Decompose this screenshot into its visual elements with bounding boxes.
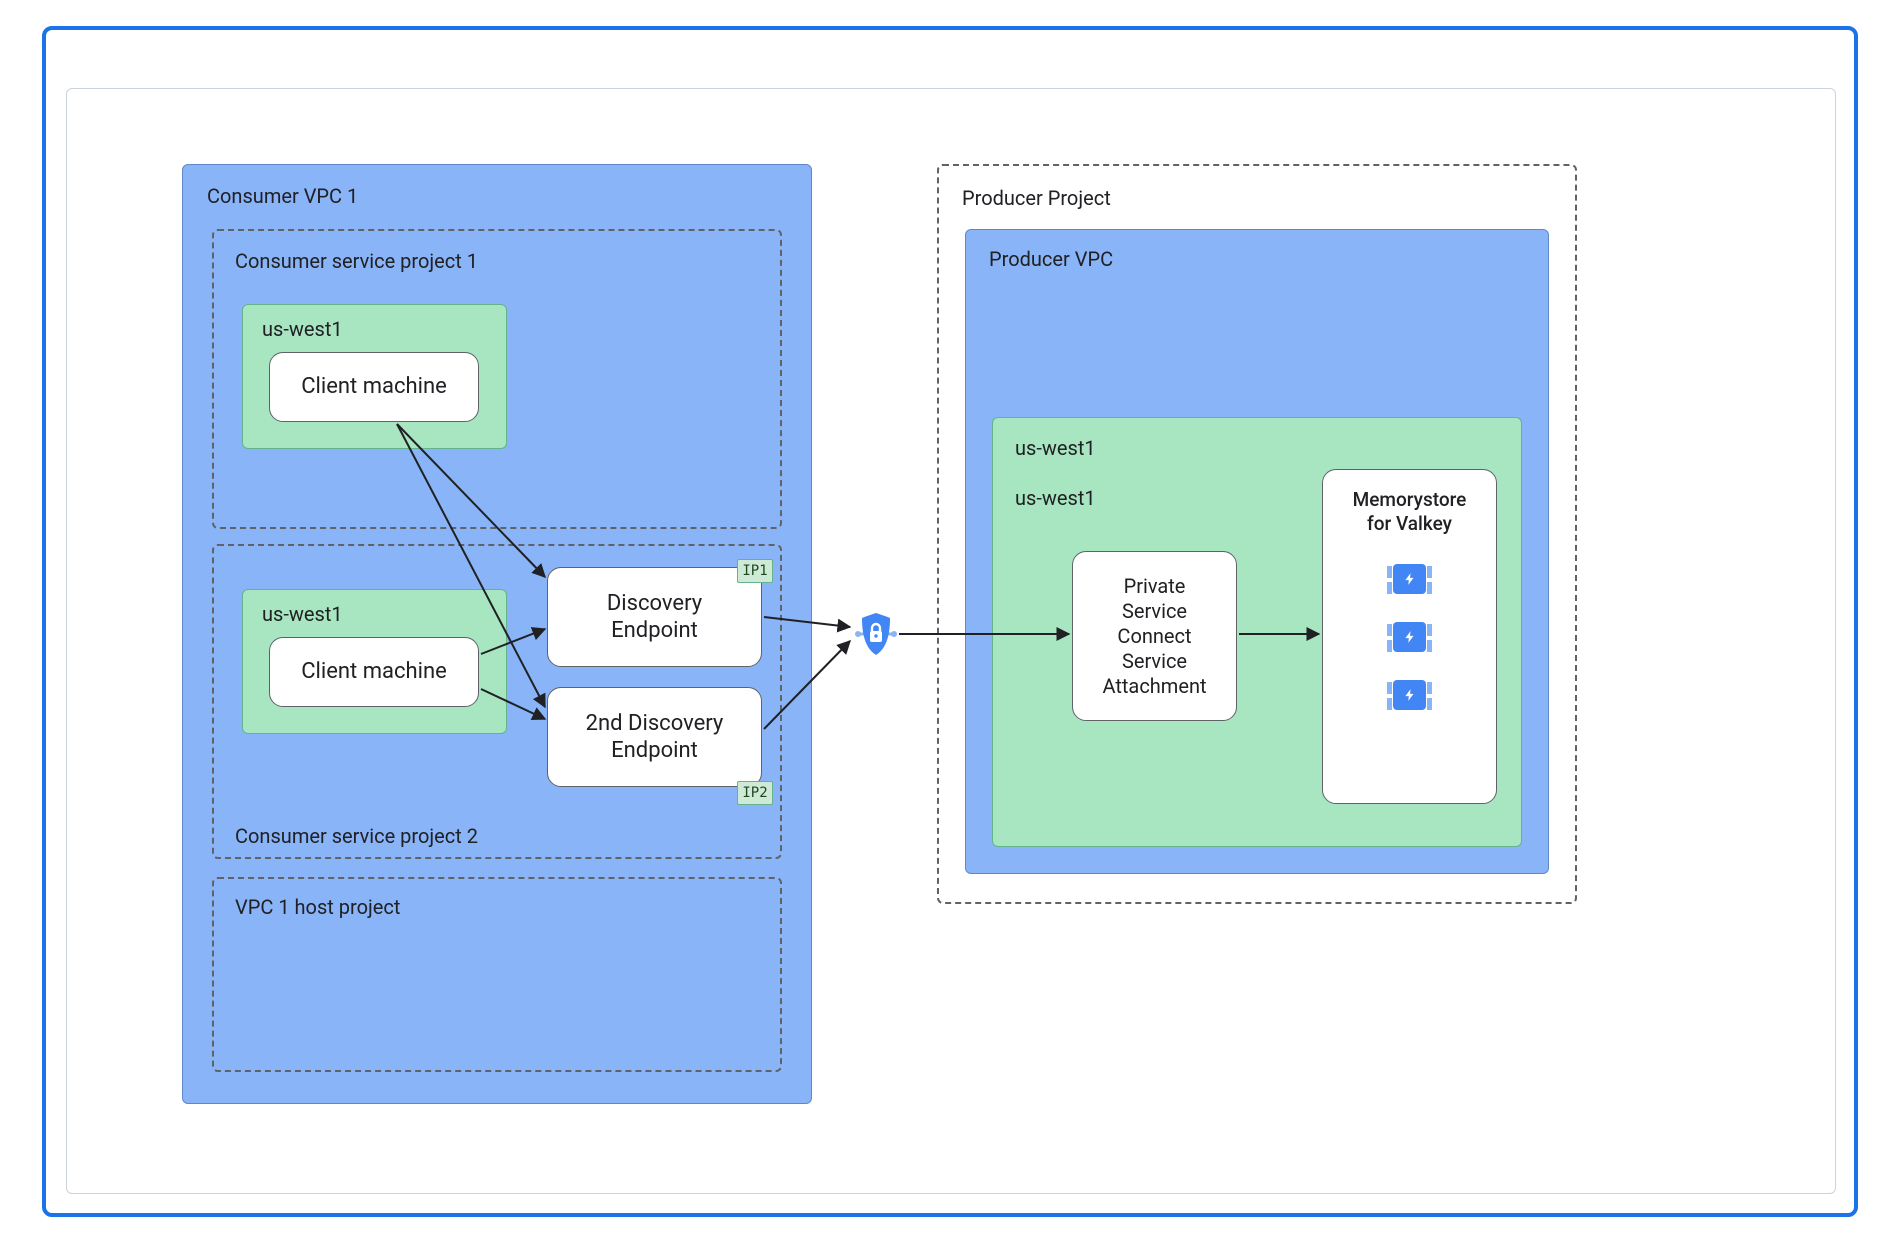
google-cloud-logo: Google Cloud: [68, 38, 240, 71]
diagram-canvas: Consumer VPC 1 Consumer service project …: [66, 88, 1836, 1194]
logo-cloud: Cloud: [166, 38, 240, 71]
logo-google: Google: [68, 38, 159, 71]
connection-arrows: [67, 89, 1837, 1195]
